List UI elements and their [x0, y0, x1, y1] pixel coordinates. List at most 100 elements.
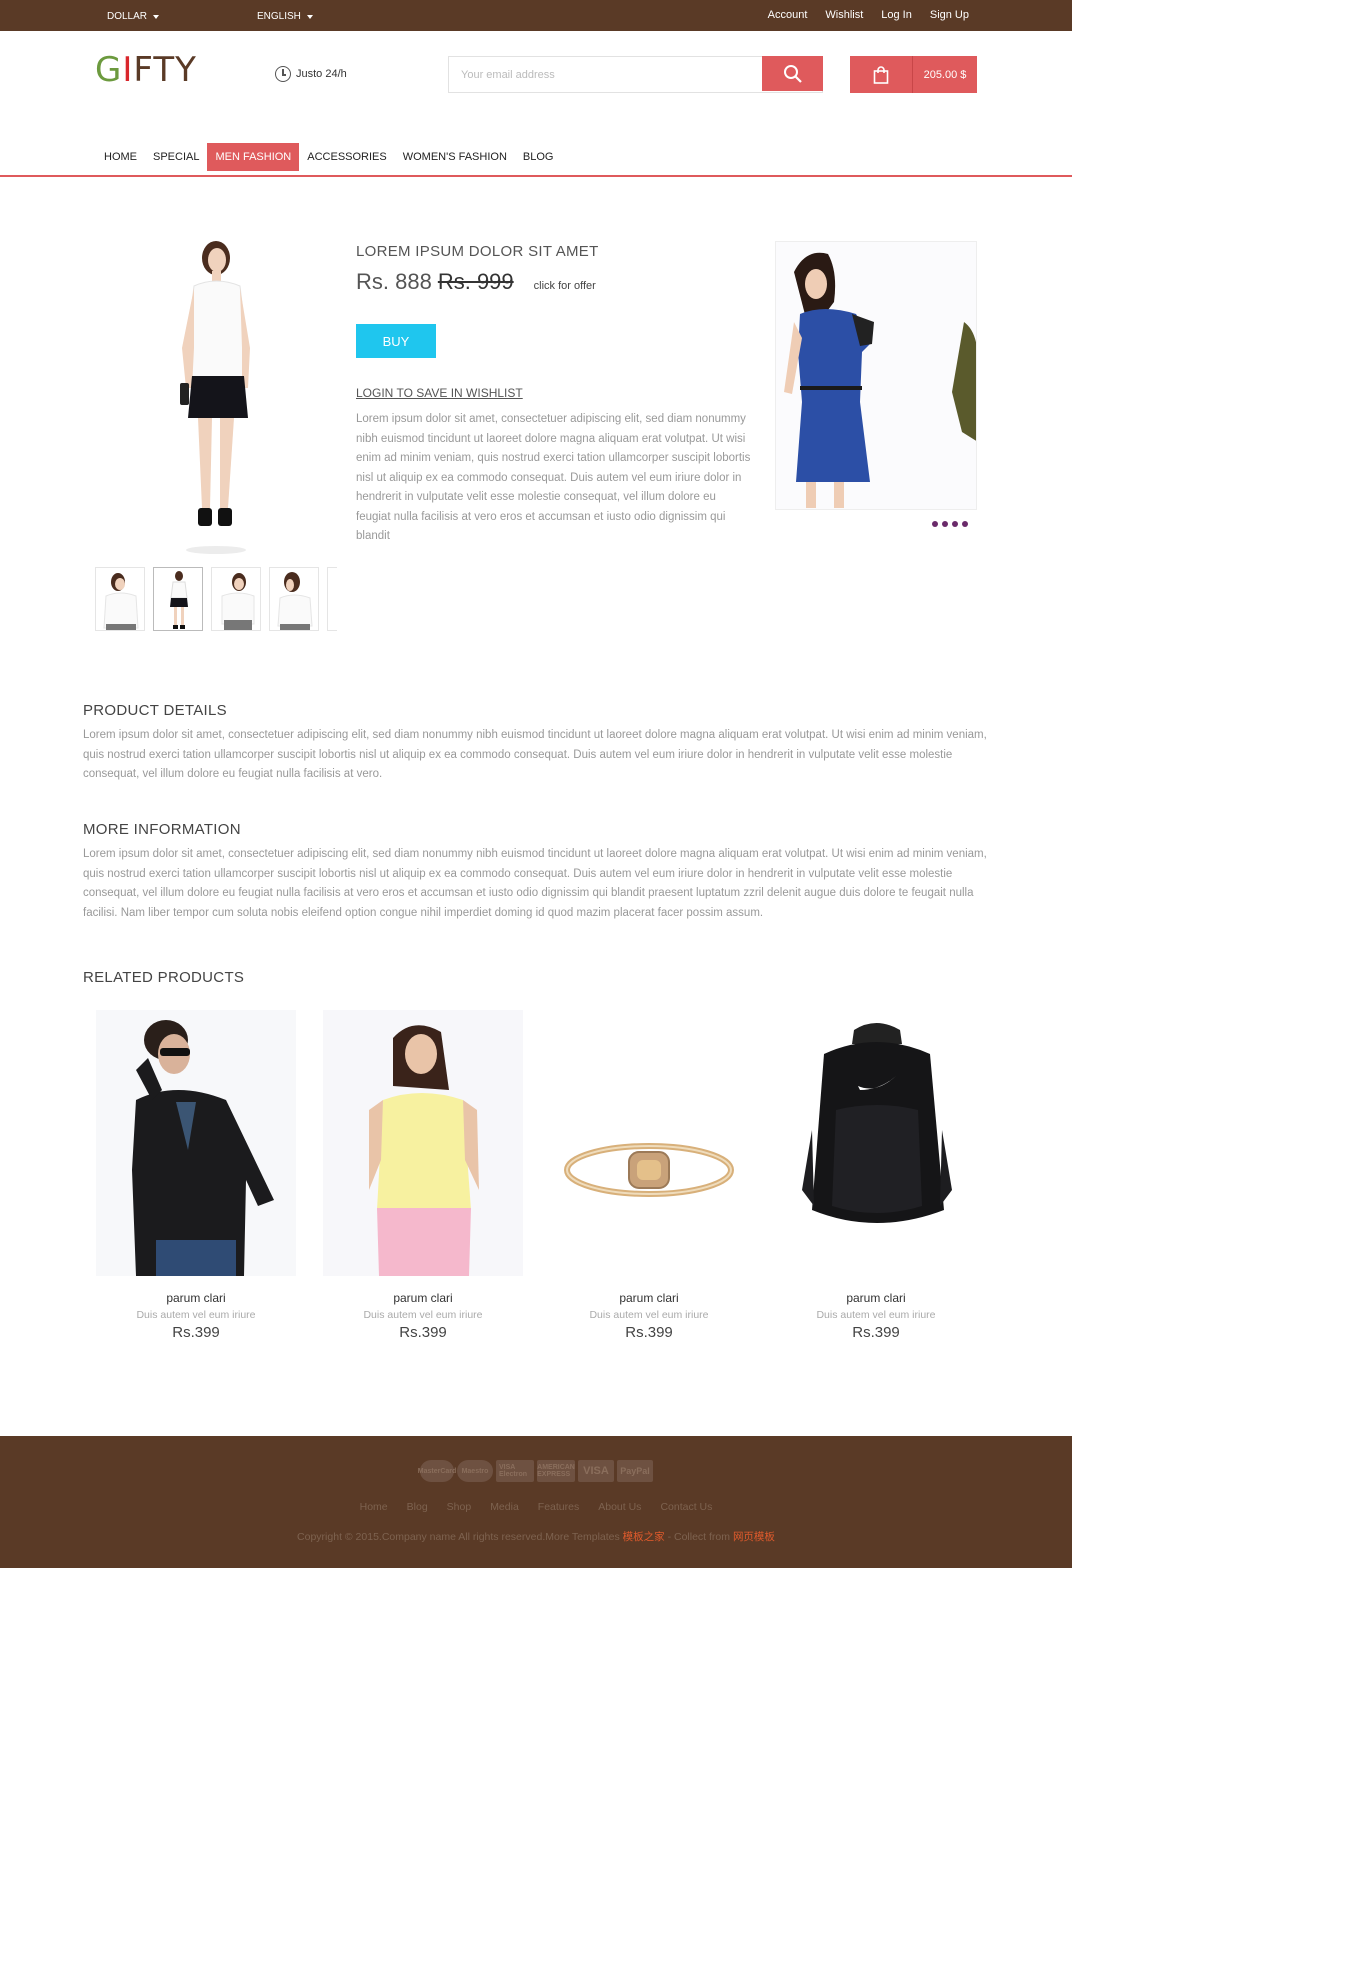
nav-womens-fashion[interactable]: WOMEN'S FASHION — [395, 143, 515, 171]
account-link[interactable]: Account — [768, 9, 808, 21]
footer-link-features[interactable]: Features — [538, 1501, 579, 1513]
related-product-4[interactable]: parum clari Duis autem vel eum iriure Rs… — [776, 1010, 976, 1341]
more-information-text: Lorem ipsum dolor sit amet, consectetuer… — [83, 848, 987, 919]
product-details-text: Lorem ipsum dolor sit amet, consectetuer… — [83, 729, 987, 780]
carousel-dots — [932, 521, 968, 527]
wishlist-login-link[interactable]: LOGIN TO SAVE IN WISHLIST — [356, 386, 523, 400]
related-product-desc: Duis autem vel eum iriure — [816, 1309, 936, 1321]
signup-link[interactable]: Sign Up — [930, 9, 969, 21]
chevron-down-icon — [306, 14, 313, 19]
price-current: Rs. 888 — [356, 269, 432, 294]
cart-icon-box — [850, 56, 913, 93]
cart-button[interactable]: 205.00 $ — [850, 56, 977, 93]
carousel-dot-3[interactable] — [952, 521, 958, 527]
shopping-bag-icon — [873, 65, 889, 84]
logo[interactable]: GIFTY — [95, 53, 197, 87]
related-product-name: parum clari — [619, 1291, 679, 1305]
related-product-desc: Duis autem vel eum iriure — [136, 1309, 256, 1321]
related-product-desc: Duis autem vel eum iriure — [363, 1309, 483, 1321]
nav-home[interactable]: HOME — [96, 143, 145, 171]
visa-icon: VISA — [578, 1460, 614, 1482]
copyright-mid: - Collect from — [664, 1531, 733, 1543]
product-description: Lorem ipsum dolor sit amet, consectetuer… — [356, 413, 751, 542]
footer-link-home[interactable]: Home — [360, 1501, 388, 1513]
footer-link-media[interactable]: Media — [490, 1501, 519, 1513]
nav-accessories[interactable]: ACCESSORIES — [299, 143, 394, 171]
copyright-text: Copyright © 2015.Company name All rights… — [297, 1531, 623, 1543]
footer-link-contact[interactable]: Contact Us — [660, 1501, 712, 1513]
thumbnail-1[interactable] — [95, 567, 145, 631]
collect-link[interactable]: 网页模板 — [733, 1531, 775, 1543]
maestro-icon: Maestro — [457, 1460, 493, 1482]
search-icon — [783, 64, 802, 83]
carousel-dot-2[interactable] — [942, 521, 948, 527]
language-select[interactable]: ENGLISH — [257, 11, 313, 22]
visa-electron-icon: VISA Electron — [496, 1460, 534, 1482]
related-product-price: Rs.399 — [852, 1324, 900, 1341]
payment-cards: MasterCard Maestro VISA Electron AMERICA… — [418, 1460, 653, 1482]
american-express-icon: AMERICAN EXPRESS — [537, 1460, 575, 1482]
account-links: Account Wishlist Log In Sign Up — [768, 9, 969, 21]
search-bar — [448, 56, 823, 93]
mastercard-icon: MasterCard — [418, 1460, 456, 1482]
hours-text: Justo 24/h — [296, 68, 347, 80]
top-bar: DOLLAR ENGLISH Account Wishlist Log In S… — [0, 0, 1072, 31]
currency-label: DOLLAR — [107, 11, 148, 22]
related-product-price: Rs.399 — [172, 1324, 220, 1341]
related-product-name: parum clari — [393, 1291, 453, 1305]
product-price: Rs. 888 Rs. 999 click for offer — [356, 269, 596, 295]
chevron-down-icon — [153, 14, 160, 19]
paypal-icon: PayPal — [617, 1460, 653, 1482]
related-image-bracelet — [549, 1010, 749, 1276]
related-image-man-jacket — [96, 1010, 296, 1276]
logo-letter-g: G — [95, 50, 123, 90]
footer-links: Home Blog Shop Media Features About Us C… — [0, 1501, 1072, 1513]
related-product-3[interactable]: parum clari Duis autem vel eum iriure Rs… — [549, 1010, 749, 1341]
search-button[interactable] — [762, 56, 823, 91]
footer: MasterCard Maestro VISA Electron AMERICA… — [0, 1436, 1072, 1568]
related-product-name: parum clari — [846, 1291, 906, 1305]
footer-link-about[interactable]: About Us — [598, 1501, 641, 1513]
email-search-input[interactable] — [449, 57, 762, 92]
copyright: Copyright © 2015.Company name All rights… — [0, 1529, 1072, 1544]
price-original: Rs. 999 — [437, 269, 514, 294]
thumbnail-2[interactable] — [153, 567, 203, 631]
footer-link-shop[interactable]: Shop — [447, 1501, 472, 1513]
opening-hours: Justo 24/h — [275, 66, 347, 82]
offer-link[interactable]: click for offer — [534, 280, 596, 292]
thumbnail-3[interactable] — [211, 567, 261, 631]
main-nav: HOME SPECIAL MEN FASHION ACCESSORIES WOM… — [96, 143, 561, 171]
related-product-price: Rs.399 — [399, 1324, 447, 1341]
login-link[interactable]: Log In — [881, 9, 912, 21]
nav-blog[interactable]: BLOG — [515, 143, 562, 171]
thumbnail-5-partial[interactable] — [327, 567, 337, 631]
side-carousel[interactable] — [775, 241, 977, 510]
carousel-dot-4[interactable] — [962, 521, 968, 527]
logo-rest: FTY — [133, 50, 197, 90]
currency-select[interactable]: DOLLAR — [107, 11, 160, 22]
related-products-heading: RELATED PRODUCTS — [83, 969, 245, 986]
carousel-image — [776, 242, 976, 509]
related-product-1[interactable]: parum clari Duis autem vel eum iriure Rs… — [96, 1010, 296, 1341]
thumbnail-4[interactable] — [269, 567, 319, 631]
footer-link-blog[interactable]: Blog — [407, 1501, 428, 1513]
cart-total: 205.00 $ — [923, 68, 967, 81]
product-main-image[interactable] — [160, 238, 270, 558]
related-product-2[interactable]: parum clari Duis autem vel eum iriure Rs… — [323, 1010, 523, 1341]
nav-special[interactable]: SPECIAL — [145, 143, 207, 171]
nav-men-fashion[interactable]: MEN FASHION — [207, 143, 300, 171]
language-label: ENGLISH — [257, 11, 301, 22]
product-details-heading: PRODUCT DETAILS — [83, 702, 227, 719]
related-product-desc: Duis autem vel eum iriure — [589, 1309, 709, 1321]
related-image-woman-yellow-top — [323, 1010, 523, 1276]
carousel-dot-1[interactable] — [932, 521, 938, 527]
clock-icon — [275, 66, 291, 82]
buy-button[interactable]: BUY — [356, 324, 436, 358]
related-image-backpack — [776, 1010, 976, 1276]
templates-link[interactable]: 模板之家 — [623, 1531, 665, 1543]
logo-letter-i: I — [122, 50, 134, 90]
related-product-name: parum clari — [166, 1291, 226, 1305]
thumbnail-strip — [95, 567, 337, 631]
more-information-heading: MORE INFORMATION — [83, 821, 241, 838]
wishlist-link[interactable]: Wishlist — [825, 9, 863, 21]
